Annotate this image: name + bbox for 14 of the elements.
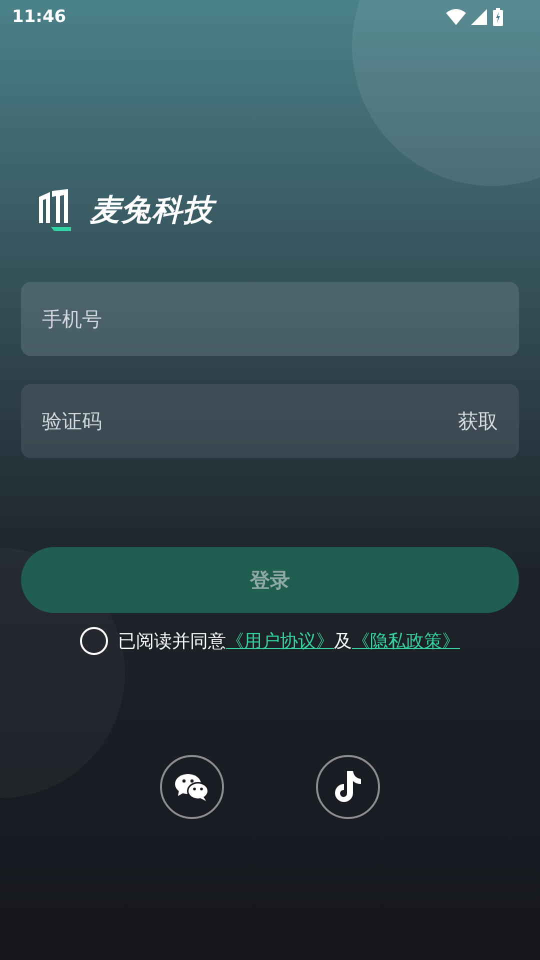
privacy-policy-link[interactable]: 《隐私政策》 [352,631,460,652]
wifi-icon [446,9,466,25]
user-agreement-link[interactable]: 《用户协议》 [226,631,334,652]
agreement-text: 已阅读并同意《用户协议》及《隐私政策》 [118,630,460,653]
get-code-link[interactable]: 获取 [458,408,498,435]
battery-icon [492,8,504,26]
chat-bubbles-icon [175,773,209,801]
chat-login-button[interactable] [160,755,224,819]
signal-icon [471,9,487,25]
status-time: 11:46 [12,7,66,27]
music-login-button[interactable] [316,755,380,819]
music-note-icon [334,771,362,803]
agreement-checkbox[interactable] [80,627,108,655]
logo-icon [38,189,72,231]
